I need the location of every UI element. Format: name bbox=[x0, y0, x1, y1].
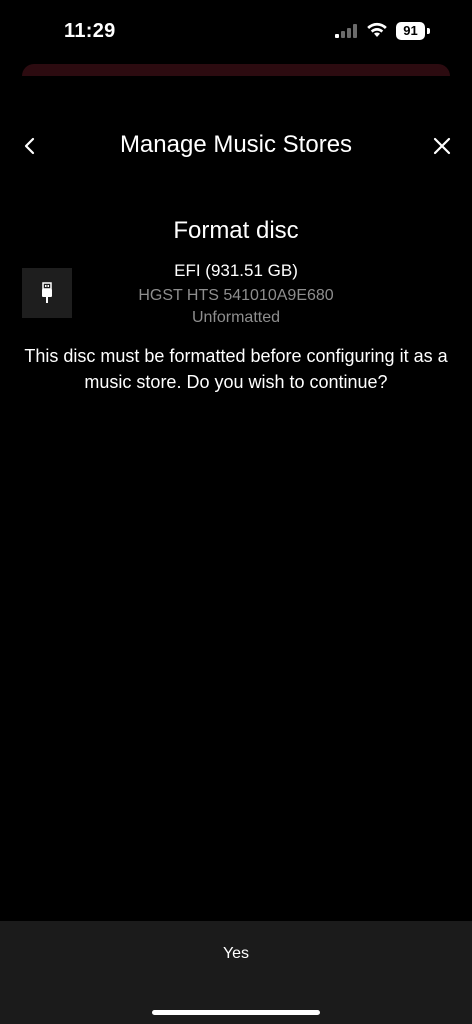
back-button[interactable] bbox=[14, 130, 46, 162]
disc-name: EFI (931.51 GB) bbox=[174, 261, 298, 280]
header: Manage Music Stores bbox=[0, 120, 472, 172]
status-time: 11:29 bbox=[64, 20, 116, 42]
wifi-icon bbox=[367, 22, 387, 37]
bottom-action-bar: Yes bbox=[0, 921, 472, 1024]
home-indicator[interactable] bbox=[152, 1010, 320, 1015]
disc-status: Unformatted bbox=[191, 309, 281, 326]
dialog-title: Format disc bbox=[173, 217, 299, 244]
chevron-left-icon bbox=[24, 137, 35, 155]
battery-level: 91 bbox=[396, 22, 425, 40]
cellular-signal-icon bbox=[335, 24, 357, 38]
page-title: Manage Music Stores bbox=[119, 131, 353, 158]
close-icon bbox=[433, 137, 451, 155]
close-button[interactable] bbox=[426, 130, 458, 162]
disc-model: HGST HTS 541010A9E680 bbox=[138, 287, 334, 304]
battery-indicator: 91 bbox=[396, 22, 432, 40]
format-warning-message: This disc must be formatted before confi… bbox=[24, 346, 448, 392]
yes-button[interactable]: Yes bbox=[0, 921, 472, 987]
battery-tip bbox=[427, 28, 430, 34]
status-bar: 11:29 91 bbox=[0, 0, 472, 64]
sheet-mask bbox=[0, 76, 472, 96]
